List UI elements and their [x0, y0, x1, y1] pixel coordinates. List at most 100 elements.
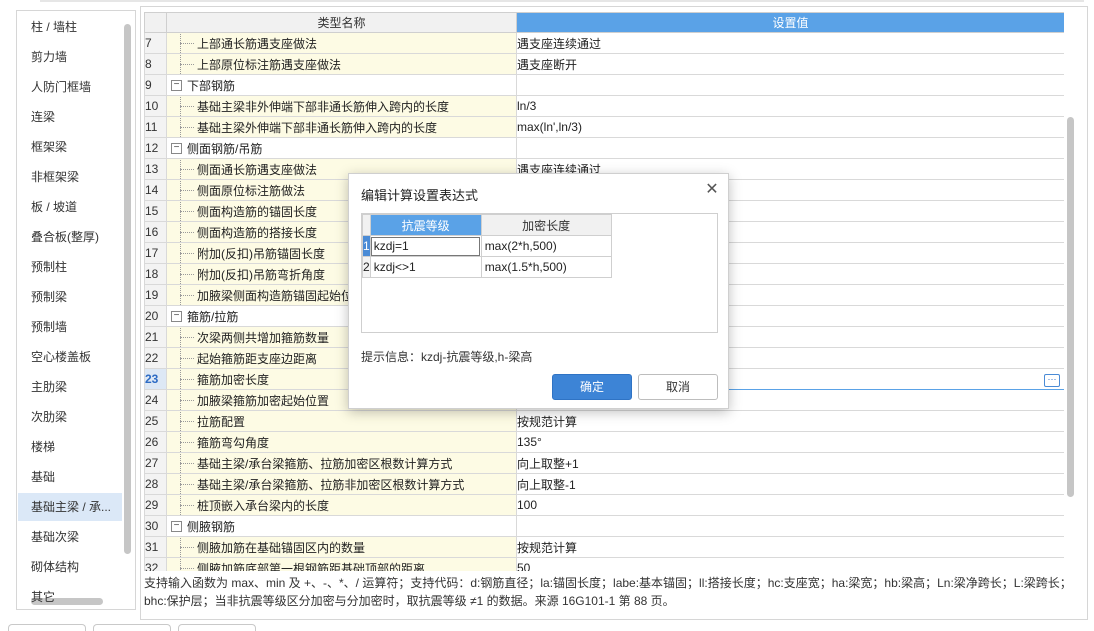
setting-value-cell[interactable]	[516, 74, 1064, 96]
expression-row[interactable]: 2 kzdj<>1 max(1.5*h,500)	[362, 256, 612, 278]
sidebar-item[interactable]: 基础次梁	[18, 523, 122, 551]
type-name-cell[interactable]: − 下部钢筋	[166, 74, 517, 96]
bottom-tab-1[interactable]	[8, 624, 86, 631]
sidebar-item[interactable]: 基础主梁 / 承...	[18, 493, 122, 521]
type-name-cell[interactable]: 基础主梁外伸端下部非通长筋伸入跨内的长度	[166, 116, 517, 138]
sidebar-item[interactable]: 框架梁	[18, 133, 122, 161]
sidebar-item[interactable]: 叠合板(整厚)	[18, 223, 122, 251]
setting-value-cell[interactable]	[516, 137, 1064, 159]
seismic-grade-cell[interactable]: kzdj=1	[369, 235, 482, 257]
sidebar-item[interactable]: 次肋梁	[18, 403, 122, 431]
sidebar-item[interactable]: 预制墙	[18, 313, 122, 341]
setting-value-cell[interactable]: 向上取整+1	[516, 452, 1064, 474]
component-sidebar: 柱 / 墙柱 剪力墙 人防门框墙 连梁 框架梁 非框架梁板 / 坡道 叠合板(整厚) 预制柱预…	[16, 10, 136, 610]
setting-value-cell[interactable]: 50	[516, 557, 1064, 571]
setting-value-cell[interactable]: 向上取整-1	[516, 473, 1064, 495]
setting-value-cell[interactable]: max(ln',ln/3)	[516, 116, 1064, 138]
tree-line-icon	[168, 117, 198, 137]
setting-value-cell[interactable]: 遇支座连续通过	[516, 32, 1064, 54]
expression-row[interactable]: 1 kzdj=1 max(2*h,500)	[362, 235, 612, 257]
setting-value-text: 向上取整+1	[517, 456, 579, 471]
type-name-label: 加腋梁箍筋加密起始位置	[197, 393, 330, 408]
sidebar-item[interactable]: 预制梁	[18, 283, 122, 311]
sidebar-item[interactable]: 砌体结构	[18, 553, 122, 581]
section-row[interactable]: 30− 侧腋钢筋	[144, 515, 1064, 537]
setting-value-cell[interactable]: ln/3	[516, 95, 1064, 117]
sidebar-vertical-scrollbar[interactable]	[124, 24, 131, 554]
sidebar-item[interactable]: 人防门框墙	[18, 73, 122, 101]
sidebar-item[interactable]: 连梁	[18, 103, 122, 131]
header-type-name[interactable]: 类型名称	[166, 12, 517, 33]
sidebar-item[interactable]: 板 / 坡道	[18, 193, 122, 221]
table-row[interactable]: 29 桩顶嵌入承台梁内的长度 100	[144, 494, 1064, 516]
collapse-icon[interactable]: −	[171, 142, 182, 154]
sidebar-item[interactable]: 其它	[18, 583, 122, 609]
sidebar-item[interactable]: 基础	[18, 463, 122, 491]
table-row[interactable]: 8 上部原位标注筋遇支座做法 遇支座断开	[144, 53, 1064, 75]
header-densification-length[interactable]: 加密长度	[480, 214, 612, 236]
type-name-label: 侧面通长筋遇支座做法	[197, 162, 318, 177]
ellipsis-button[interactable]: ···	[1044, 373, 1060, 387]
sidebar-item[interactable]: 楼梯	[18, 433, 122, 461]
type-name-cell[interactable]: 侧腋加筋底部第一根钢筋距基础顶部的距离	[166, 557, 517, 571]
table-row[interactable]: 28 基础主梁/承台梁箍筋、拉筋非加密区根数计算方式 向上取整-1	[144, 473, 1064, 495]
setting-value-cell[interactable]: 按规范计算	[516, 410, 1064, 432]
header-setting-value[interactable]: 设置值	[516, 12, 1064, 33]
row-number: 27	[144, 452, 167, 474]
type-name-cell[interactable]: 上部通长筋遇支座做法	[166, 32, 517, 54]
type-name-cell[interactable]: 箍筋弯勾角度	[166, 431, 517, 453]
type-name-cell[interactable]: − 侧腋钢筋	[166, 515, 517, 537]
seismic-grade-cell[interactable]: kzdj<>1	[369, 256, 482, 278]
bottom-tab-2[interactable]	[93, 624, 171, 631]
sidebar-item[interactable]: 空心楼盖板	[18, 343, 122, 371]
setting-value-cell[interactable]	[516, 515, 1064, 537]
section-row[interactable]: 9− 下部钢筋	[144, 74, 1064, 96]
sidebar-item[interactable]: 预制柱	[18, 253, 122, 281]
table-row[interactable]: 26 箍筋弯勾角度 135°	[144, 431, 1064, 453]
collapse-icon[interactable]: −	[171, 310, 182, 322]
setting-value-cell[interactable]: 135°	[516, 431, 1064, 453]
collapse-icon[interactable]: −	[171, 520, 182, 532]
setting-value-cell[interactable]: 遇支座断开	[516, 53, 1064, 75]
row-number: 28	[144, 473, 167, 495]
type-name-cell[interactable]: 基础主梁/承台梁箍筋、拉筋加密区根数计算方式	[166, 452, 517, 474]
densification-length-cell[interactable]: max(1.5*h,500)	[480, 256, 612, 278]
tree-line-icon	[168, 264, 198, 284]
type-name-label: 侧面原位标注筋做法	[197, 183, 306, 198]
table-row[interactable]: 25 拉筋配置 按规范计算	[144, 410, 1064, 432]
ok-button[interactable]: 确定	[552, 374, 632, 400]
type-name-cell[interactable]: 桩顶嵌入承台梁内的长度	[166, 494, 517, 516]
setting-value-text: 135°	[517, 435, 542, 449]
section-row[interactable]: 12− 侧面钢筋/吊筋	[144, 137, 1064, 159]
table-row[interactable]: 31 侧腋加筋在基础锚固区内的数量 按规范计算	[144, 536, 1064, 558]
sidebar-item[interactable]: 非框架梁	[18, 163, 122, 191]
type-name-cell[interactable]: 侧腋加筋在基础锚固区内的数量	[166, 536, 517, 558]
row-number: 22	[144, 347, 167, 369]
sidebar-item[interactable]: 柱 / 墙柱	[18, 13, 122, 41]
setting-value-cell[interactable]: 100	[516, 494, 1064, 516]
row-number: 8	[144, 53, 167, 75]
setting-value-cell[interactable]: 按规范计算	[516, 536, 1064, 558]
table-row[interactable]: 32 侧腋加筋底部第一根钢筋距基础顶部的距离 50	[144, 557, 1064, 571]
table-row[interactable]: 7 上部通长筋遇支座做法 遇支座连续通过	[144, 32, 1064, 54]
sidebar-item[interactable]: 剪力墙	[18, 43, 122, 71]
grid-vertical-scrollbar[interactable]	[1067, 117, 1074, 497]
bottom-tab-3[interactable]	[178, 624, 256, 631]
cancel-button[interactable]: 取消	[638, 374, 718, 400]
table-row[interactable]: 27 基础主梁/承台梁箍筋、拉筋加密区根数计算方式 向上取整+1	[144, 452, 1064, 474]
type-name-cell[interactable]: 上部原位标注筋遇支座做法	[166, 53, 517, 75]
table-row[interactable]: 10 基础主梁非外伸端下部非通长筋伸入跨内的长度 ln/3	[144, 95, 1064, 117]
type-name-cell[interactable]: − 侧面钢筋/吊筋	[166, 137, 517, 159]
type-name-label: 附加(反扣)吊筋锚固长度	[197, 246, 325, 261]
densification-length-cell[interactable]: max(2*h,500)	[480, 235, 612, 257]
type-name-cell[interactable]: 拉筋配置	[166, 410, 517, 432]
sidebar-item[interactable]: 主肋梁	[18, 373, 122, 401]
setting-value-text: 50	[517, 561, 531, 571]
close-icon[interactable]: ✕	[704, 182, 720, 198]
type-name-cell[interactable]: 基础主梁/承台梁箍筋、拉筋非加密区根数计算方式	[166, 473, 517, 495]
table-row[interactable]: 11 基础主梁外伸端下部非通长筋伸入跨内的长度 max(ln',ln/3)	[144, 116, 1064, 138]
header-seismic-grade[interactable]: 抗震等级	[369, 214, 482, 236]
tree-line-icon	[168, 453, 198, 473]
type-name-cell[interactable]: 基础主梁非外伸端下部非通长筋伸入跨内的长度	[166, 95, 517, 117]
collapse-icon[interactable]: −	[171, 79, 182, 91]
